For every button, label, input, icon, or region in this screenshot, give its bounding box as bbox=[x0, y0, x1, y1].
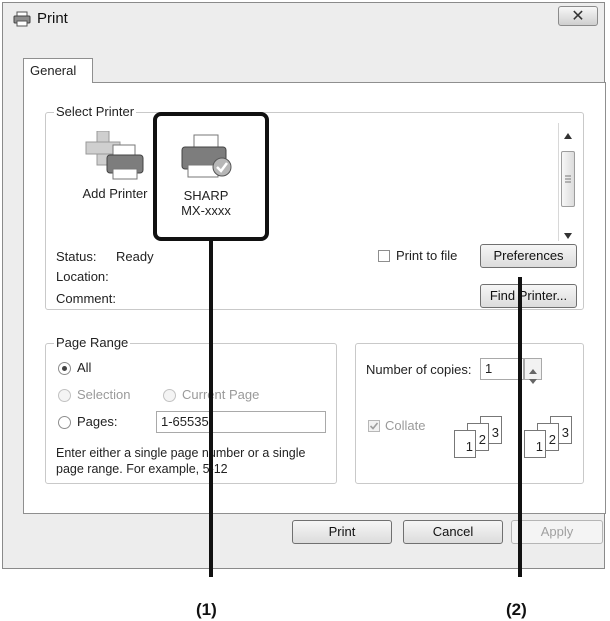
number-of-copies-label: Number of copies: bbox=[366, 362, 472, 377]
selection-radio[interactable] bbox=[58, 389, 71, 402]
cancel-button[interactable]: Cancel bbox=[403, 520, 503, 544]
collate-page: 1 bbox=[454, 430, 476, 458]
window-title: Print bbox=[37, 10, 68, 27]
pages-label: Pages: bbox=[77, 414, 118, 429]
collate-label: Collate bbox=[385, 418, 426, 433]
tab-general[interactable]: General bbox=[23, 58, 93, 83]
printer-icon bbox=[13, 11, 31, 30]
scroll-up-icon bbox=[564, 127, 572, 142]
location-label: Location: bbox=[56, 269, 109, 284]
apply-button[interactable]: Apply bbox=[511, 520, 603, 544]
copies-group: Number of copies: 1 Collate 3 2 1 3 2 1 bbox=[355, 343, 584, 484]
callout-line-2 bbox=[518, 277, 522, 577]
find-printer-button[interactable]: Find Printer... bbox=[480, 284, 577, 308]
callout-label-1: (1) bbox=[196, 600, 217, 619]
selection-label: Selection bbox=[77, 387, 131, 402]
close-button[interactable]: ✕ bbox=[558, 6, 598, 26]
print-to-file-label: Print to file bbox=[396, 248, 458, 263]
title-bar: Print ✕ bbox=[3, 3, 604, 33]
page-range-help-line1: Enter either a single page number or a s… bbox=[56, 446, 306, 460]
collate-checkbox[interactable] bbox=[368, 420, 380, 432]
add-printer-item[interactable]: Add Printer bbox=[70, 130, 160, 201]
collate-illustration-2: 3 2 1 bbox=[524, 416, 588, 462]
copies-spinner[interactable] bbox=[524, 358, 542, 384]
close-icon: ✕ bbox=[571, 8, 585, 25]
page-range-group: Page Range All Selection Current Page Pa… bbox=[45, 335, 337, 484]
page-range-label: Page Range bbox=[54, 335, 131, 350]
status-value: Ready bbox=[116, 249, 154, 264]
status-label: Status: bbox=[56, 249, 97, 264]
printer-highlight-box bbox=[153, 112, 269, 241]
printer-list-scrollbar[interactable] bbox=[558, 123, 578, 241]
all-radio[interactable] bbox=[58, 362, 71, 375]
current-page-label: Current Page bbox=[182, 387, 260, 402]
scroll-thumb[interactable] bbox=[561, 151, 575, 207]
page-range-help-line2: page range. For example, 5-12 bbox=[56, 462, 228, 476]
all-label: All bbox=[77, 360, 92, 375]
collate-illustration-1: 3 2 1 bbox=[454, 416, 518, 462]
print-to-file-checkbox[interactable] bbox=[378, 250, 390, 262]
preferences-button[interactable]: Preferences bbox=[480, 244, 577, 268]
callout-line-1 bbox=[209, 241, 213, 577]
scroll-down-icon bbox=[564, 227, 572, 242]
print-button[interactable]: Print bbox=[292, 520, 392, 544]
spin-down-icon bbox=[529, 372, 537, 387]
select-printer-group: Select Printer Add Printer SHARP MX-xxxx… bbox=[45, 104, 584, 310]
pages-input[interactable]: 1-65535 bbox=[156, 411, 326, 433]
comment-label: Comment: bbox=[56, 291, 116, 306]
collate-page: 1 bbox=[524, 430, 546, 458]
add-printer-icon bbox=[83, 130, 147, 186]
current-page-radio[interactable] bbox=[163, 389, 176, 402]
select-printer-label: Select Printer bbox=[54, 104, 137, 119]
callout-label-2: (2) bbox=[506, 600, 527, 619]
add-printer-label: Add Printer bbox=[82, 186, 148, 201]
pages-radio[interactable] bbox=[58, 416, 71, 429]
